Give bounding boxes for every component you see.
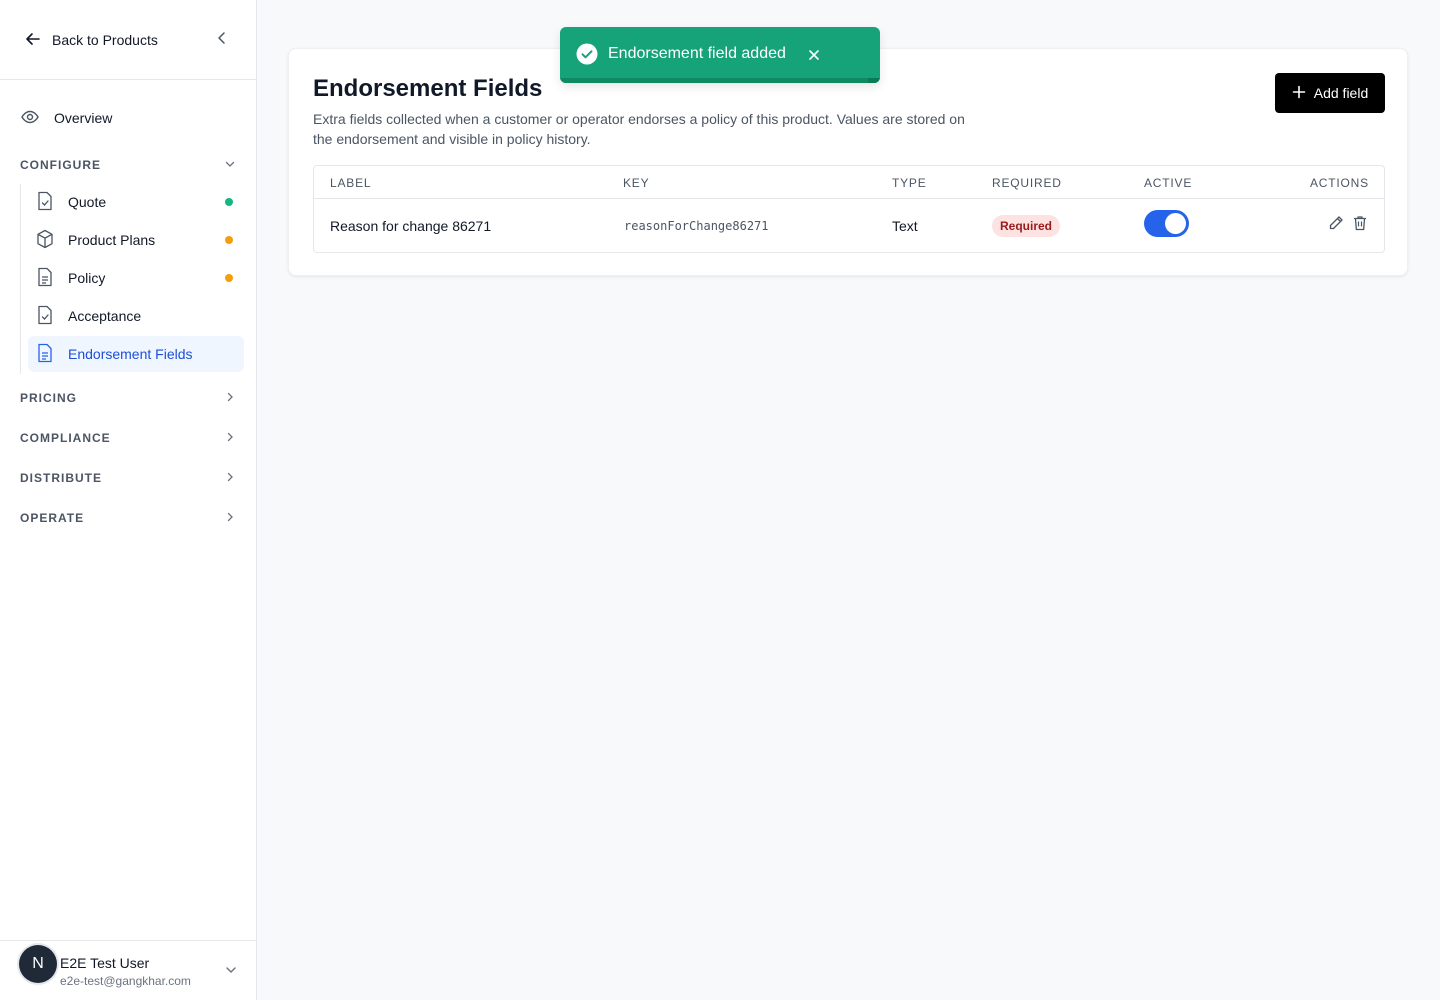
collapse-sidebar-button[interactable]: [212, 30, 232, 50]
sidebar-item-quote[interactable]: Quote: [28, 184, 244, 220]
sidebar-item-product-plans[interactable]: Product Plans: [28, 222, 244, 258]
status-dot: [225, 236, 233, 244]
section-compliance[interactable]: COMPLIANCE: [20, 428, 236, 448]
field-key-cell: reasonForChange86271: [624, 219, 769, 233]
arrow-left-icon: [24, 30, 42, 51]
chevron-down-icon: [224, 158, 236, 173]
sidebar-item-label: Overview: [54, 110, 113, 126]
sidebar-item-overview[interactable]: Overview: [20, 107, 112, 129]
plus-icon: [1292, 85, 1306, 102]
user-name: E2E Test User: [60, 955, 150, 971]
avatar: N: [19, 945, 57, 983]
chevron-right-icon: [224, 471, 236, 486]
document-check-icon: [36, 305, 54, 328]
sidebar: Back to Products Overview CONFIGURE Quot…: [0, 0, 257, 1000]
eye-icon: [20, 107, 40, 130]
table-header: LABEL KEY TYPE REQUIRED ACTIVE ACTIONS: [314, 166, 1384, 199]
toast-message: Endorsement field added: [608, 45, 786, 62]
active-toggle[interactable]: [1144, 210, 1189, 237]
sidebar-item-endorsement-fields[interactable]: Endorsement Fields: [28, 336, 244, 372]
column-header-key: KEY: [623, 176, 650, 190]
column-header-label: LABEL: [330, 176, 372, 190]
trash-icon[interactable]: [1351, 214, 1369, 232]
page-description: Extra fields collected when a customer o…: [313, 111, 965, 147]
toast-progress: [560, 78, 880, 83]
sidebar-item-label: Quote: [68, 194, 107, 210]
close-icon[interactable]: [806, 47, 822, 68]
user-email: e2e-test@gangkhar.com: [60, 974, 191, 988]
sidebar-item-label: Endorsement Fields: [68, 346, 193, 362]
chevron-right-icon: [224, 511, 236, 526]
field-label-cell: Reason for change 86271: [330, 218, 492, 234]
configure-list: Quote Product Plans Policy Acceptance En…: [20, 184, 244, 374]
sidebar-item-label: Product Plans: [68, 232, 156, 248]
section-distribute[interactable]: DISTRIBUTE: [20, 468, 236, 488]
page-title: Endorsement Fields: [313, 75, 543, 102]
chevron-left-icon: [215, 31, 229, 50]
sidebar-item-policy[interactable]: Policy: [28, 260, 244, 296]
status-dot: [225, 198, 233, 206]
column-header-active: ACTIVE: [1144, 176, 1193, 190]
section-label: CONFIGURE: [20, 158, 101, 172]
section-configure[interactable]: CONFIGURE: [20, 155, 236, 175]
chevron-down-icon[interactable]: [224, 963, 238, 982]
sidebar-item-acceptance[interactable]: Acceptance: [28, 298, 244, 334]
sidebar-item-label: Acceptance: [68, 308, 142, 324]
status-dot: [225, 274, 233, 282]
section-label: DISTRIBUTE: [20, 471, 102, 485]
add-field-label: Add field: [1313, 85, 1369, 101]
section-pricing[interactable]: PRICING: [20, 388, 236, 408]
check-circle-icon: [576, 43, 598, 70]
back-to-products-link[interactable]: Back to Products: [24, 30, 158, 50]
success-toast: Endorsement field added: [560, 27, 880, 83]
required-badge: Required: [992, 215, 1061, 237]
fields-table: LABEL KEY TYPE REQUIRED ACTIVE ACTIONS R…: [313, 165, 1385, 253]
section-operate[interactable]: OPERATE: [20, 508, 236, 528]
section-label: OPERATE: [20, 511, 85, 525]
document-check-icon: [36, 191, 54, 214]
document-text-icon: [36, 343, 54, 366]
sidebar-item-label: Policy: [68, 270, 106, 286]
cube-icon: [36, 229, 54, 252]
toggle-knob: [1165, 213, 1186, 234]
section-label: COMPLIANCE: [20, 431, 111, 445]
column-header-type: TYPE: [892, 176, 927, 190]
column-header-required: REQUIRED: [992, 176, 1062, 190]
toast-progress-remaining: [868, 78, 880, 83]
column-header-actions: ACTIONS: [1310, 176, 1369, 190]
user-menu[interactable]: N E2E Test User e2e-test@gangkhar.com: [0, 940, 256, 1000]
section-label: PRICING: [20, 391, 78, 405]
chevron-right-icon: [224, 431, 236, 446]
add-field-button[interactable]: Add field: [1275, 73, 1385, 113]
sidebar-header: Back to Products: [0, 0, 256, 80]
document-text-icon: [36, 267, 54, 290]
field-type-cell: Text: [892, 218, 918, 234]
pencil-icon[interactable]: [1327, 214, 1345, 232]
chevron-right-icon: [224, 391, 236, 406]
back-to-products-label: Back to Products: [52, 32, 158, 48]
